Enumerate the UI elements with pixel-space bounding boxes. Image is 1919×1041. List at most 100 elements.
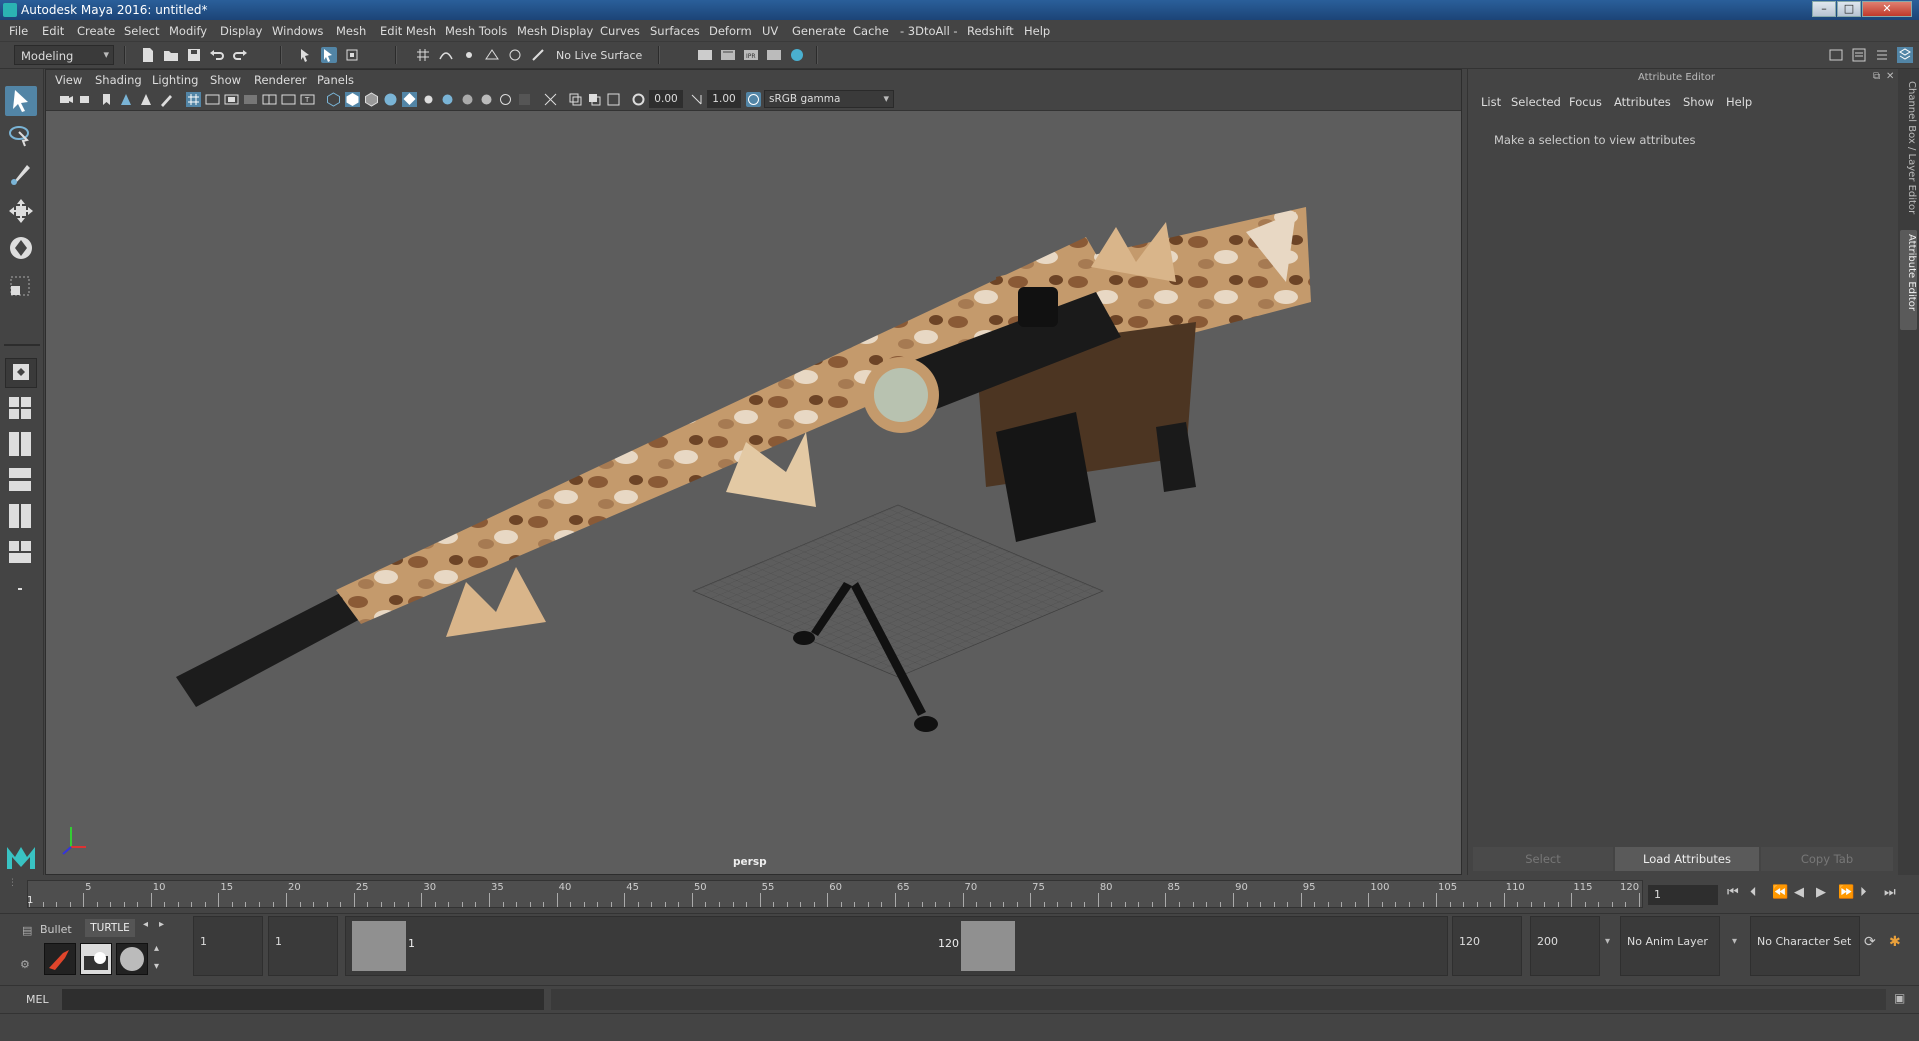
select-component-icon[interactable] [344, 47, 360, 63]
channel-box-tab[interactable]: Channel Box / Layer Editor [1900, 77, 1917, 227]
step-forward-key-icon[interactable]: ⏵ [1860, 885, 1867, 900]
open-scene-icon[interactable] [163, 47, 179, 63]
minimize-button[interactable]: – [1812, 1, 1836, 17]
hypershade-icon[interactable] [789, 47, 805, 63]
mode-selector[interactable]: Modeling ▾ [14, 45, 114, 65]
play-forward-icon[interactable]: ▶ [1816, 885, 1826, 900]
play-backward-icon[interactable]: ◀ [1794, 885, 1804, 900]
menu-edit-mesh[interactable]: Edit Mesh [380, 24, 436, 38]
close-button[interactable]: ✕ [1862, 1, 1912, 17]
render-frame-icon[interactable] [697, 47, 713, 63]
animation-prefs-icon[interactable]: ✱ [1889, 934, 1901, 950]
make-live-icon[interactable] [530, 47, 546, 63]
vp-menu-renderer[interactable]: Renderer [254, 73, 307, 87]
gamma-field[interactable]: 1.00 [707, 90, 741, 108]
single-perspective-layout-button[interactable] [5, 358, 37, 388]
current-frame-field[interactable]: 1 [1648, 885, 1718, 905]
scale-tool[interactable] [5, 270, 37, 300]
new-scene-icon[interactable] [140, 47, 156, 63]
undo-icon[interactable] [209, 47, 225, 63]
menu-help[interactable]: Help [1024, 24, 1050, 38]
menu-cache[interactable]: Cache [853, 24, 889, 38]
rotate-tool[interactable] [5, 233, 37, 263]
shelf-sphere-button[interactable] [116, 943, 148, 975]
command-language-label[interactable]: MEL [26, 993, 49, 1006]
ae-menu-selected[interactable]: Selected [1511, 95, 1561, 109]
menu-edit[interactable]: Edit [42, 24, 64, 38]
ambient-occlusion-icon[interactable] [440, 92, 455, 107]
menu-redshift[interactable]: Redshift [967, 24, 1014, 38]
view-transform-dropdown[interactable]: sRGB gamma ▾ [764, 90, 894, 108]
menu-select[interactable]: Select [124, 24, 159, 38]
playback-start-field[interactable]: 1 [268, 916, 338, 976]
playback-end-field[interactable]: 120 [1452, 916, 1522, 976]
grid-toggle-icon[interactable] [186, 92, 201, 107]
copy-tab-button[interactable]: Copy Tab [1761, 847, 1893, 871]
menu-modify[interactable]: Modify [169, 24, 207, 38]
anim-layer-dropdown[interactable]: No Anim Layer [1620, 916, 1720, 976]
attribute-editor-tab[interactable]: Attribute Editor [1900, 230, 1917, 330]
ae-select-button[interactable]: Select [1473, 847, 1613, 871]
menu-create[interactable]: Create [77, 24, 115, 38]
range-start-field[interactable]: 1 [193, 916, 263, 976]
shelf-scroll-left-icon[interactable]: ◂ [143, 919, 148, 930]
menu-mesh-display[interactable]: Mesh Display [517, 24, 593, 38]
maximize-button[interactable]: □ [1837, 1, 1861, 17]
motion-blur-icon[interactable] [460, 92, 475, 107]
shelf-down-icon[interactable]: ▾ [154, 961, 159, 972]
auto-key-icon[interactable]: ⟳ [1864, 934, 1876, 950]
shadows-icon[interactable] [421, 92, 436, 107]
snap-grid-icon[interactable] [415, 47, 431, 63]
xray-components-icon[interactable] [587, 92, 602, 107]
bookmark-icon[interactable] [99, 92, 114, 107]
step-forward-frame-icon[interactable]: ⏩ [1838, 885, 1854, 900]
film-gate-icon[interactable] [205, 92, 220, 107]
xray-icon[interactable] [543, 92, 558, 107]
safe-action-icon[interactable] [281, 92, 296, 107]
3d-scene[interactable] [46, 112, 1461, 874]
ae-menu-attributes[interactable]: Attributes [1614, 95, 1671, 109]
viewport-panel[interactable]: View Shading Lighting Show Renderer Pane… [45, 69, 1462, 875]
menu-surfaces[interactable]: Surfaces [650, 24, 700, 38]
select-object-icon[interactable] [321, 47, 337, 63]
hypershade-layout-button[interactable] [5, 502, 37, 532]
depth-of-field-icon[interactable] [498, 92, 513, 107]
exposure-icon[interactable] [631, 92, 646, 107]
vp-menu-panels[interactable]: Panels [317, 73, 354, 87]
load-attributes-button[interactable]: Load Attributes [1615, 847, 1759, 871]
safe-title-icon[interactable]: T [300, 92, 315, 107]
grease-pencil-icon[interactable] [159, 92, 174, 107]
menu-curves[interactable]: Curves [600, 24, 640, 38]
menu-3dtoall[interactable]: - 3DtoAll - [900, 24, 958, 38]
camera-select-icon[interactable] [59, 92, 74, 107]
go-to-start-icon[interactable]: ⏮ [1727, 885, 1739, 900]
ae-menu-list[interactable]: List [1481, 95, 1501, 109]
ae-menu-show[interactable]: Show [1683, 95, 1714, 109]
attribute-editor-toggle-icon[interactable] [1851, 47, 1867, 63]
anti-aliasing-icon[interactable] [479, 92, 494, 107]
range-end-field[interactable]: 200 [1530, 916, 1600, 976]
menu-uv[interactable]: UV [762, 24, 778, 38]
shelf-scroll-right-icon[interactable]: ▸ [159, 919, 164, 930]
use-all-lights-icon[interactable] [402, 92, 417, 107]
snap-view-plane-icon[interactable] [484, 47, 500, 63]
vp-menu-show[interactable]: Show [210, 73, 241, 87]
render-view-icon[interactable] [720, 47, 736, 63]
wireframe-on-shaded-icon[interactable] [364, 92, 379, 107]
rifle-model[interactable] [176, 207, 1311, 732]
persp-graph-layout-button[interactable] [5, 466, 37, 496]
shelf-tab-turtle[interactable]: TURTLE [85, 919, 135, 937]
gamma-icon[interactable] [689, 92, 704, 107]
exposure-field[interactable]: 0.00 [649, 90, 683, 108]
timeline-ruler[interactable]: 5 10 15 20 25 30 35 40 45 50 55 60 65 70 75 80 85 90 95 100… [27, 880, 1643, 908]
snap-live-icon[interactable] [507, 47, 523, 63]
snap-curve-icon[interactable] [438, 47, 454, 63]
shelf-tab-bullet[interactable]: Bullet [40, 923, 72, 936]
character-set-dropdown[interactable]: No Character Set [1750, 916, 1860, 976]
smooth-shade-icon[interactable] [345, 92, 360, 107]
layout-options-button[interactable] [5, 574, 37, 604]
menu-mesh[interactable]: Mesh [336, 24, 366, 38]
snap-point-icon[interactable] [461, 47, 477, 63]
select-tool[interactable] [5, 86, 37, 116]
time-slider[interactable]: ⋮ 5 10 15 20 25 30 35 40 45 50 55 60 65 70 75 80 85 90 95 1… [0, 876, 1919, 912]
